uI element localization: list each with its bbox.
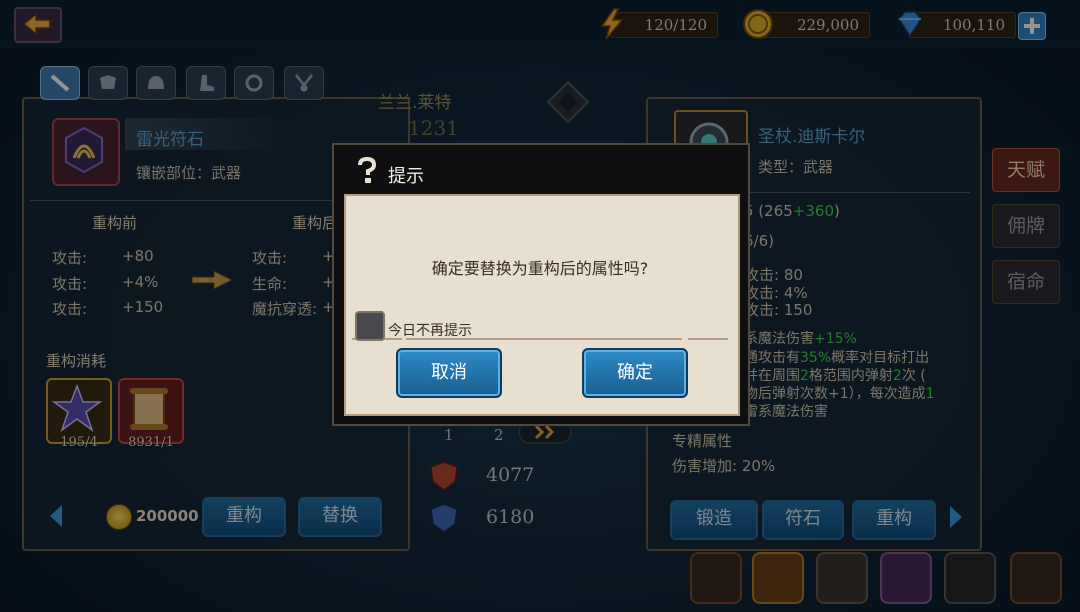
dialog-message: 确定要替换为重构后的属性吗? bbox=[431, 259, 649, 278]
divider bbox=[688, 338, 728, 340]
question-mark-icon bbox=[358, 157, 377, 183]
cancel-button[interactable]: 取消 bbox=[396, 348, 502, 398]
confirm-button[interactable]: 确定 bbox=[582, 348, 688, 398]
dont-remind-label[interactable]: 今日不再提示 bbox=[388, 320, 472, 340]
dont-remind-checkbox[interactable] bbox=[355, 311, 385, 341]
dialog-title: 提示 bbox=[388, 166, 424, 187]
